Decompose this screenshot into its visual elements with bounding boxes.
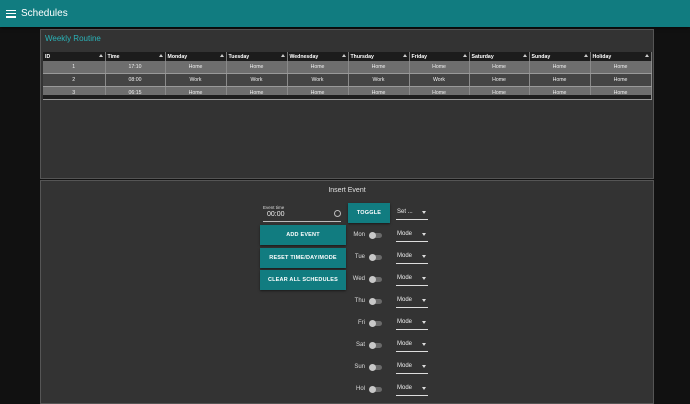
sort-asc-icon xyxy=(219,54,224,57)
reset-time-day-mode-button[interactable]: RESET TIME/DAY/MODE xyxy=(260,248,346,268)
chevron-down-icon xyxy=(422,299,426,302)
cell-wednesday: Work xyxy=(287,73,349,87)
insert-event-title: Insert Event xyxy=(328,187,366,194)
cell-saturday: Home xyxy=(469,61,530,74)
cell-thursday: Work xyxy=(348,73,410,87)
table-header-row: ID Time Monday Tuesday Wednesday Thursda… xyxy=(43,52,652,61)
mode-dropdown-tue[interactable]: Mode xyxy=(396,251,428,264)
column-header-id[interactable]: ID xyxy=(43,52,106,61)
cell-monday: Work xyxy=(165,73,227,87)
mode-dropdown-sat[interactable]: Mode xyxy=(396,339,428,352)
day-toggle-sun[interactable] xyxy=(369,364,382,371)
mode-dropdown-thu[interactable]: Mode xyxy=(396,295,428,308)
day-label-fri: Fri xyxy=(358,320,365,326)
column-header-friday[interactable]: Friday xyxy=(409,52,470,61)
sort-asc-icon xyxy=(280,54,285,57)
mode-dropdown-wed[interactable]: Mode xyxy=(396,273,428,286)
column-header-holiday[interactable]: Holiday xyxy=(590,52,652,61)
column-header-monday[interactable]: Monday xyxy=(165,52,227,61)
cell-friday: Home xyxy=(409,61,470,74)
day-toggle-tue[interactable] xyxy=(369,254,382,261)
cell-tuesday: Work xyxy=(226,73,288,87)
cell-wednesday: Home xyxy=(287,61,349,74)
cell-thursday: Home xyxy=(348,61,410,74)
top-app-bar: Schedules xyxy=(0,0,690,27)
sort-asc-icon xyxy=(98,54,103,57)
set-dropdown-value: Set ... xyxy=(397,209,413,215)
mode-dropdown-hol[interactable]: Mode xyxy=(396,383,428,396)
day-label-mon: Mon xyxy=(353,232,365,238)
cell-id: 2 xyxy=(43,73,106,87)
sort-asc-icon xyxy=(402,54,407,57)
cell-sunday: Home xyxy=(529,73,591,87)
column-header-sunday[interactable]: Sunday xyxy=(529,52,591,61)
column-header-wednesday[interactable]: Wednesday xyxy=(287,52,349,61)
weekly-routine-title: Weekly Routine xyxy=(45,34,101,43)
insert-event-panel: Insert Event Event time 00:00 ADD EVENT … xyxy=(40,180,654,404)
schedule-table: ID Time Monday Tuesday Wednesday Thursda… xyxy=(43,52,652,100)
sort-asc-icon xyxy=(158,54,163,57)
chevron-down-icon xyxy=(422,387,426,390)
day-label-thu: Thu xyxy=(354,298,365,304)
day-toggle-hol[interactable] xyxy=(369,386,382,393)
table-row[interactable]: 1 17:10 Home Home Home Home Home Home Ho… xyxy=(43,61,652,74)
event-time-value[interactable]: 00:00 xyxy=(267,211,285,218)
day-toggle-wed[interactable] xyxy=(369,276,382,283)
hamburger-menu-icon[interactable] xyxy=(6,9,16,18)
day-toggle-fri[interactable] xyxy=(369,320,382,327)
cell-friday: Work xyxy=(409,73,470,87)
chevron-down-icon xyxy=(422,343,426,346)
day-label-sat: Sat xyxy=(355,342,365,348)
cell-time: 17:10 xyxy=(105,61,166,74)
sort-asc-icon xyxy=(644,54,649,57)
mode-dropdown-fri[interactable]: Mode xyxy=(396,317,428,330)
day-toggle-mon[interactable] xyxy=(369,232,382,239)
clear-all-schedules-button[interactable]: CLEAR ALL SCHEDULES xyxy=(260,270,346,290)
day-label-hol: Hol xyxy=(355,386,365,392)
toggle-button[interactable]: TOGGLE xyxy=(348,203,390,223)
day-label-wed: Wed xyxy=(352,276,365,282)
column-header-time[interactable]: Time xyxy=(105,52,166,61)
column-header-thursday[interactable]: Thursday xyxy=(348,52,410,61)
chevron-down-icon xyxy=(422,255,426,258)
chevron-down-icon xyxy=(422,365,426,368)
sort-asc-icon xyxy=(583,54,588,57)
table-row[interactable]: 2 08:00 Work Work Work Work Work Home Ho… xyxy=(43,73,652,87)
weekly-routine-panel: Weekly Routine ID Time Monday Tuesday We… xyxy=(40,29,654,179)
mode-dropdown-sun[interactable]: Mode xyxy=(396,361,428,374)
cell-time: 08:00 xyxy=(105,73,166,87)
day-label-tue: Tue xyxy=(354,254,365,260)
cell-tuesday: Home xyxy=(226,61,288,74)
chevron-down-icon xyxy=(422,277,426,280)
cell-id: 1 xyxy=(43,61,106,74)
sort-asc-icon xyxy=(341,54,346,57)
column-header-saturday[interactable]: Saturday xyxy=(469,52,530,61)
cell-sunday: Home xyxy=(529,61,591,74)
chevron-down-icon xyxy=(422,211,426,214)
chevron-down-icon xyxy=(422,233,426,236)
cell-monday: Home xyxy=(165,61,227,74)
event-time-label: Event time xyxy=(263,205,285,210)
sort-asc-icon xyxy=(462,54,467,57)
cell-holiday: Home xyxy=(590,73,652,87)
day-toggle-sat[interactable] xyxy=(369,342,382,349)
mode-dropdown-mon[interactable]: Mode xyxy=(396,229,428,242)
cell-saturday: Home xyxy=(469,73,530,87)
day-label-sun: Sun xyxy=(354,364,365,370)
table-footer-bar xyxy=(43,95,651,99)
column-header-tuesday[interactable]: Tuesday xyxy=(226,52,288,61)
add-event-button[interactable]: ADD EVENT xyxy=(260,225,346,245)
day-toggle-thu[interactable] xyxy=(369,298,382,305)
app-title: Schedules xyxy=(21,8,68,19)
event-time-field[interactable]: Event time 00:00 xyxy=(263,205,341,222)
sort-asc-icon xyxy=(522,54,527,57)
set-dropdown[interactable]: Set ... xyxy=(396,207,428,220)
cell-holiday: Home xyxy=(590,61,652,74)
chevron-down-icon xyxy=(422,321,426,324)
clock-icon[interactable] xyxy=(334,210,341,217)
